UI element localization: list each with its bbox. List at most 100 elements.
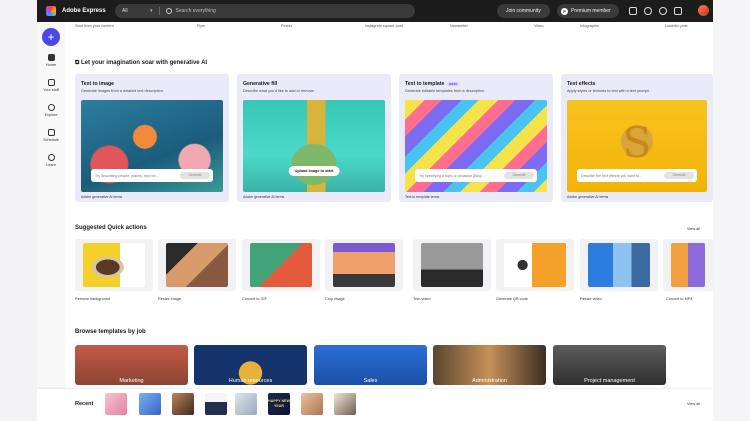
- generate-button[interactable]: Generate: [180, 172, 210, 179]
- search-scope-select[interactable]: All: [122, 8, 148, 14]
- notifications-icon[interactable]: [644, 7, 652, 15]
- quick-action-label: Resize image: [158, 297, 182, 301]
- help-icon[interactable]: [659, 7, 667, 15]
- lightbulb-icon: [47, 154, 55, 161]
- quick-action-label: Crop image: [325, 297, 345, 301]
- card-title: Generative fill: [243, 81, 278, 87]
- recent-thumbnail[interactable]: [301, 393, 323, 415]
- search-icon: [165, 8, 172, 14]
- upload-image-button[interactable]: Upload image to start: [288, 166, 340, 176]
- quick-action-convert-to-gif[interactable]: [242, 239, 320, 291]
- recent-thumbnail[interactable]: [139, 393, 161, 415]
- card-title: Text effects: [567, 81, 596, 87]
- quick-action-label: Convert to MP4: [666, 297, 693, 301]
- friends-image: [166, 243, 228, 287]
- job-card-administration[interactable]: Administration: [433, 345, 546, 385]
- quick-action-convert-to-mp4[interactable]: [663, 239, 713, 291]
- recent-view-all-link[interactable]: View all: [687, 402, 700, 406]
- search-bar[interactable]: All ▾ Search everything: [115, 4, 415, 18]
- prompt-input[interactable]: Try describing people, places, and mo...…: [91, 169, 213, 182]
- dog-image: [83, 243, 145, 287]
- job-card-sales[interactable]: Sales: [314, 345, 427, 385]
- quick-action-crop-image[interactable]: [325, 239, 403, 291]
- video-frames-image: [421, 243, 483, 287]
- quick-action-resize-image[interactable]: [158, 239, 236, 291]
- quick-action-resize-video[interactable]: [580, 239, 658, 291]
- text-to-template-card[interactable]: Text to template BETA Generate editable t…: [399, 74, 553, 202]
- recent-title: Recent: [75, 401, 94, 407]
- right-margin: [713, 0, 750, 421]
- terms-link[interactable]: Adobe generative AI terms: [81, 195, 122, 199]
- nav-explore-label: Explore: [44, 113, 58, 117]
- category-strip: Start from your content Flyer Poster Ins…: [75, 23, 713, 31]
- card-description: Describe what you'd like to add or remov…: [243, 89, 315, 93]
- category-link[interactable]: Poster: [281, 24, 292, 28]
- category-link[interactable]: Instagram square post: [365, 24, 403, 28]
- join-community-button[interactable]: Join community: [497, 4, 550, 18]
- quick-action-generate-qr-code[interactable]: [496, 239, 574, 291]
- premium-member-label: Premium member: [571, 8, 611, 14]
- search-input[interactable]: Search everything: [176, 8, 216, 14]
- generate-button[interactable]: Generate: [664, 172, 694, 179]
- quick-action-trim-video[interactable]: [413, 239, 491, 291]
- nav-explore[interactable]: Explore: [37, 104, 65, 117]
- templates-collage-image: Try specifying a topic or occasion (Biog…: [405, 100, 547, 192]
- prompt-input[interactable]: Describe the text effects you want to...…: [577, 169, 697, 182]
- recent-thumbnail[interactable]: [105, 393, 127, 415]
- mp4-image: [671, 243, 705, 287]
- job-label: Project management: [584, 378, 635, 384]
- category-link[interactable]: LinkedIn post: [665, 24, 688, 28]
- adobe-express-logo-icon[interactable]: [46, 6, 56, 16]
- generative-fill-card[interactable]: Generative fill Describe what you'd like…: [237, 74, 391, 202]
- grid-menu-icon[interactable]: [674, 7, 682, 15]
- serum-bottle-image: Upload image to start: [243, 100, 385, 192]
- recent-thumbnail[interactable]: HAPPY NEW YEAR: [268, 393, 290, 415]
- home-icon: [47, 54, 55, 61]
- job-card-project-management[interactable]: Project management: [553, 345, 666, 385]
- category-link[interactable]: Flyer: [197, 24, 205, 28]
- search-divider: [158, 7, 160, 15]
- category-link[interactable]: Video: [534, 24, 544, 28]
- compass-icon: [47, 104, 55, 111]
- terms-link[interactable]: Text to template terms: [405, 195, 439, 199]
- nav-home[interactable]: Home: [37, 54, 65, 67]
- premium-badge-icon: P: [561, 7, 568, 15]
- beta-badge: BETA: [447, 82, 460, 86]
- recent-thumbnail[interactable]: [235, 393, 257, 415]
- text-to-image-card[interactable]: Text to image Generate images from a det…: [75, 74, 229, 202]
- generate-button[interactable]: Generate: [504, 172, 534, 179]
- category-link[interactable]: Start from your content: [75, 24, 114, 28]
- recent-thumbnail[interactable]: [205, 393, 227, 415]
- jobs-title: Browse templates by job: [75, 329, 146, 335]
- nav-schedule[interactable]: Schedule: [37, 129, 65, 142]
- chevron-down-icon[interactable]: ▾: [150, 8, 153, 14]
- nav-learn[interactable]: Learn: [37, 154, 65, 167]
- recent-thumbnail[interactable]: [172, 393, 194, 415]
- recent-thumbnail[interactable]: [334, 393, 356, 415]
- prompt-placeholder: Describe the text effects you want to...: [581, 173, 642, 178]
- terms-link[interactable]: Adobe generative AI terms: [567, 195, 608, 199]
- job-card-human-resources[interactable]: Human resources: [194, 345, 307, 385]
- folder-icon: [47, 79, 55, 86]
- job-card-marketing[interactable]: Marketing: [75, 345, 188, 385]
- quick-action-remove-background[interactable]: [75, 239, 153, 291]
- category-link[interactable]: Infographic: [580, 24, 599, 28]
- avatar[interactable]: [698, 5, 709, 16]
- terms-link[interactable]: Adobe generative AI terms: [243, 195, 284, 199]
- gen-ai-heading: ⧉ Let your imagination soar with generat…: [75, 60, 207, 67]
- left-nav-rail: + Home Your stuff Explore Schedule Learn: [37, 22, 65, 421]
- job-label: Administration: [472, 378, 507, 384]
- premium-member-button[interactable]: P Premium member: [557, 4, 619, 18]
- nav-your-stuff-label: Your stuff: [43, 88, 59, 92]
- text-effects-card[interactable]: Text effects Apply styles or textures to…: [561, 74, 713, 202]
- recent-row: Recent HAPPY NEW YEAR View all: [37, 389, 713, 421]
- prompt-input[interactable]: Try specifying a topic or occasion (Biog…: [415, 169, 537, 182]
- create-new-button[interactable]: +: [42, 28, 60, 46]
- nav-your-stuff[interactable]: Your stuff: [37, 79, 65, 92]
- category-link[interactable]: Newsletter: [450, 24, 468, 28]
- quick-actions-view-all-link[interactable]: View all: [687, 227, 700, 231]
- qr-code-image: [504, 243, 566, 287]
- seahorse-image: Try describing people, places, and mo...…: [81, 100, 223, 192]
- card-description: Generate editable templates from a descr…: [405, 89, 485, 93]
- apps-icon[interactable]: [629, 7, 637, 15]
